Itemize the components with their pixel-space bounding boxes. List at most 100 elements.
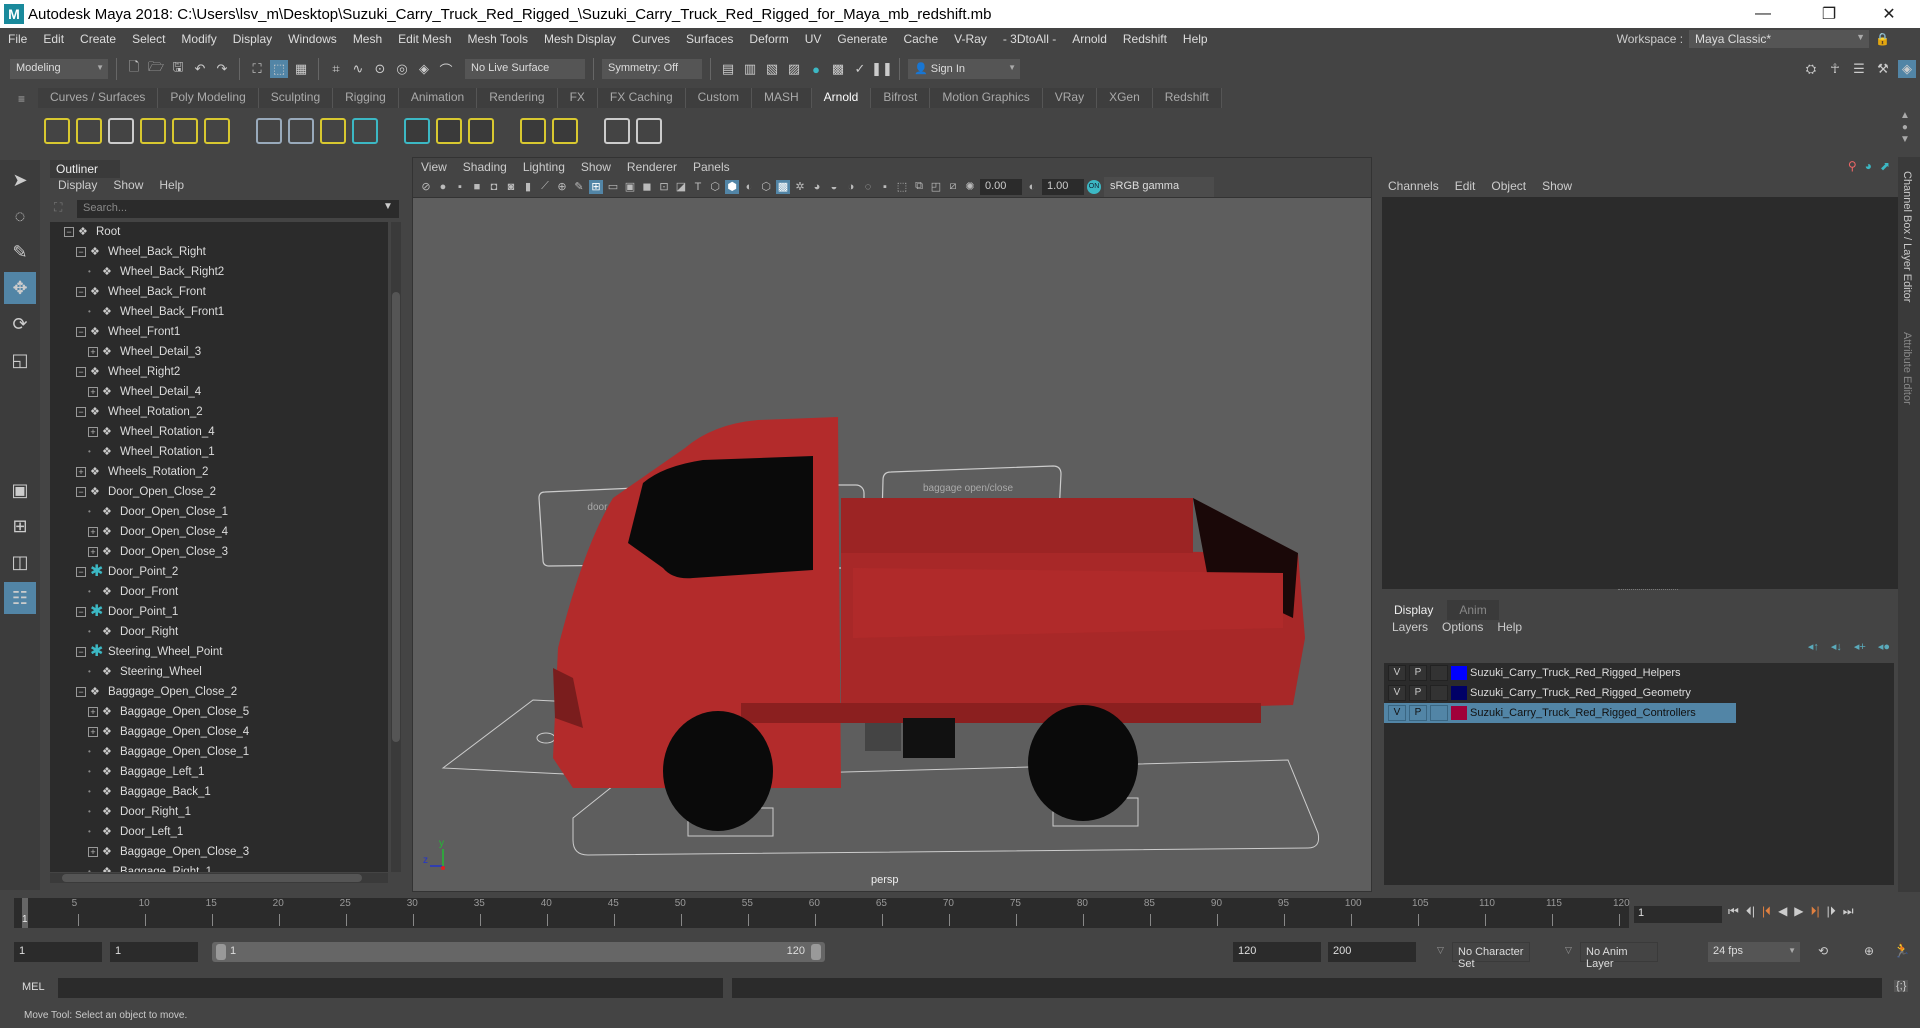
filter-icon[interactable]: ⛶ (54, 200, 62, 215)
menu-edit-mesh[interactable]: Edit Mesh (390, 32, 459, 46)
shelf-tab-sculpting[interactable]: Sculpting (258, 88, 334, 108)
shelf-tab-arnold[interactable]: Arnold (811, 88, 872, 108)
motion-blur-icon[interactable]: ◑ (844, 180, 858, 194)
snap-view-plane-icon[interactable]: ◎ (393, 60, 411, 78)
menu-file[interactable]: File (0, 32, 35, 46)
shelf-menu-icon[interactable]: ≡ (18, 92, 25, 106)
outliner-search-input[interactable]: Search... (77, 200, 399, 218)
render-frame-icon[interactable]: ▤ (719, 60, 737, 78)
attribute-editor-toggle-icon[interactable]: ☰ (1850, 60, 1868, 78)
sign-in-button[interactable]: 👤 Sign In (908, 59, 1020, 79)
shelf-tab-motion-graphics[interactable]: Motion Graphics (930, 88, 1043, 108)
layer-color-swatch[interactable] (1451, 706, 1467, 720)
expand-icon[interactable]: + (88, 727, 98, 737)
outliner-item[interactable]: • ❖ Baggage_Right_1 (50, 862, 388, 872)
outliner-item[interactable]: • ❖ Wheel_Rotation_1 (50, 442, 388, 462)
xray-joints-icon[interactable]: ⧄ (946, 180, 960, 194)
snap-curve-icon[interactable]: ∿ (349, 60, 367, 78)
aov-icon[interactable] (552, 118, 578, 144)
menu-curves[interactable]: Curves (624, 32, 678, 46)
outliner-horizontal-scrollbar[interactable] (50, 873, 388, 883)
snap-vertex-icon[interactable]: ⌒ (437, 60, 455, 78)
outliner-item[interactable]: + ❖ Wheel_Rotation_4 (50, 422, 388, 442)
menu-select[interactable]: Select (124, 32, 173, 46)
area-light-icon[interactable] (44, 118, 70, 144)
isolate-select-icon[interactable]: ⬚ (895, 180, 909, 194)
screen-space-ao-icon[interactable]: ◒ (827, 180, 841, 194)
visibility-toggle[interactable]: V (1388, 705, 1406, 721)
camera-attributes-icon[interactable]: ● (436, 180, 450, 194)
menu-generate[interactable]: Generate (829, 32, 895, 46)
fps-dropdown[interactable]: 24 fps (1708, 942, 1800, 962)
close-icon[interactable]: ✕ (1866, 0, 1912, 28)
menu-display[interactable]: Display (225, 32, 280, 46)
shelf-tab-rigging[interactable]: Rigging (333, 88, 399, 108)
outliner-menu-display[interactable]: Display (58, 178, 97, 192)
layer-tab-anim[interactable]: Anim (1447, 600, 1499, 620)
undo-icon[interactable]: ↶ (191, 60, 209, 78)
outliner-item[interactable]: + ❖ Wheels_Rotation_2 (50, 462, 388, 482)
layer-row[interactable]: V P Suzuki_Carry_Truck_Red_Rigged_Helpers (1384, 663, 1736, 683)
select-hierarchy-icon[interactable]: ⛶ (248, 60, 266, 78)
collapse-icon[interactable]: − (76, 287, 86, 297)
play-backwards-icon[interactable]: ◀ (1778, 904, 1787, 919)
light-portal-icon[interactable] (172, 118, 198, 144)
material-icon[interactable] (520, 118, 546, 144)
loop-icon[interactable]: ⟲ (1818, 944, 1828, 958)
four-pane-layout-icon[interactable]: ⊞ (4, 510, 36, 542)
film-gate-icon[interactable]: ▭ (606, 180, 620, 194)
select-camera-icon[interactable]: ⊘ (419, 180, 433, 194)
menu-surfaces[interactable]: Surfaces (678, 32, 741, 46)
shelf-tab-animation[interactable]: Animation (398, 88, 478, 108)
new-scene-icon[interactable]: 🗋 (125, 59, 143, 78)
anti-aliasing-icon[interactable]: ◌ (861, 180, 875, 194)
step-back-frame-icon[interactable]: ⏴| (1746, 904, 1755, 919)
character-set-dropdown[interactable]: No Character Set (1452, 942, 1530, 970)
expand-icon[interactable]: + (88, 547, 98, 557)
viewport-panel[interactable]: View Shading Lighting Show Renderer Panels ⊘ … (412, 157, 1372, 892)
playback-toggle[interactable]: P (1409, 685, 1427, 701)
outliner-item[interactable]: − ❖ Wheel_Back_Right (50, 242, 388, 262)
camera-attr-icon[interactable]: ◙ (504, 180, 518, 194)
snap-grid-icon[interactable]: ⌗ (327, 60, 345, 78)
channel-box-toggle-icon[interactable]: ◈ (1898, 60, 1916, 78)
channel-box-hyper-icon[interactable]: ⬈ (1880, 159, 1890, 173)
hypershade-icon[interactable]: ● (807, 60, 825, 78)
expand-icon[interactable]: + (88, 427, 98, 437)
menu-uv[interactable]: UV (797, 32, 830, 46)
render-ipr-icon[interactable] (604, 118, 630, 144)
grid-icon[interactable]: ⊞ (589, 179, 603, 194)
layer-menu-options[interactable]: Options (1442, 620, 1483, 634)
panel-splitter[interactable] (1618, 589, 1678, 593)
character-controls-icon[interactable]: ☥ (1826, 60, 1844, 78)
viewport-menu-panels[interactable]: Panels (685, 158, 738, 176)
collapse-icon[interactable]: − (76, 407, 86, 417)
outliner-menu-show[interactable]: Show (113, 178, 143, 192)
menu-help[interactable]: Help (1175, 32, 1216, 46)
create-empty-layer-icon[interactable]: ◂+ (1854, 640, 1866, 653)
channel-box-side-tab[interactable]: Channel Box / Layer Editor (1901, 171, 1913, 302)
minimize-icon[interactable]: — (1740, 0, 1786, 28)
export-standin-icon[interactable] (288, 118, 314, 144)
select-tool-icon[interactable]: ➤ (4, 164, 36, 196)
outliner-item[interactable]: • ❖ Wheel_Back_Right2 (50, 262, 388, 282)
shelf-tab-rendering[interactable]: Rendering (477, 88, 558, 108)
stand-in-icon[interactable] (256, 118, 282, 144)
color-management-toggle-icon[interactable]: ON (1087, 179, 1101, 194)
outliner-vertical-scrollbar[interactable] (391, 222, 401, 872)
gamma-field[interactable]: 1.00 (1042, 178, 1084, 195)
layer-color-swatch[interactable] (1451, 686, 1467, 700)
outliner-item[interactable]: • ❖ Baggage_Open_Close_1 (50, 742, 388, 762)
auto-key-icon[interactable]: ⊕ (1864, 944, 1874, 958)
field-chart-icon[interactable]: ⊡ (657, 180, 671, 194)
open-scene-icon[interactable]: 🗁 (147, 59, 165, 78)
move-layer-up-icon[interactable]: ◂↑ (1808, 640, 1819, 653)
shelf-scroll[interactable]: ▲ ● ▼ (1900, 110, 1910, 146)
safe-action-icon[interactable]: ◪ (674, 180, 688, 194)
anim-layer-arrow-icon[interactable]: ▽ (1565, 945, 1572, 956)
channel-box-menu-channels[interactable]: Channels (1388, 179, 1439, 193)
move-layer-down-icon[interactable]: ◂↓ (1831, 640, 1842, 653)
collapse-icon[interactable]: − (76, 567, 86, 577)
xray-icon[interactable]: ⧉ (912, 180, 926, 194)
outliner-item[interactable]: • ❖ Steering_Wheel (50, 662, 388, 682)
